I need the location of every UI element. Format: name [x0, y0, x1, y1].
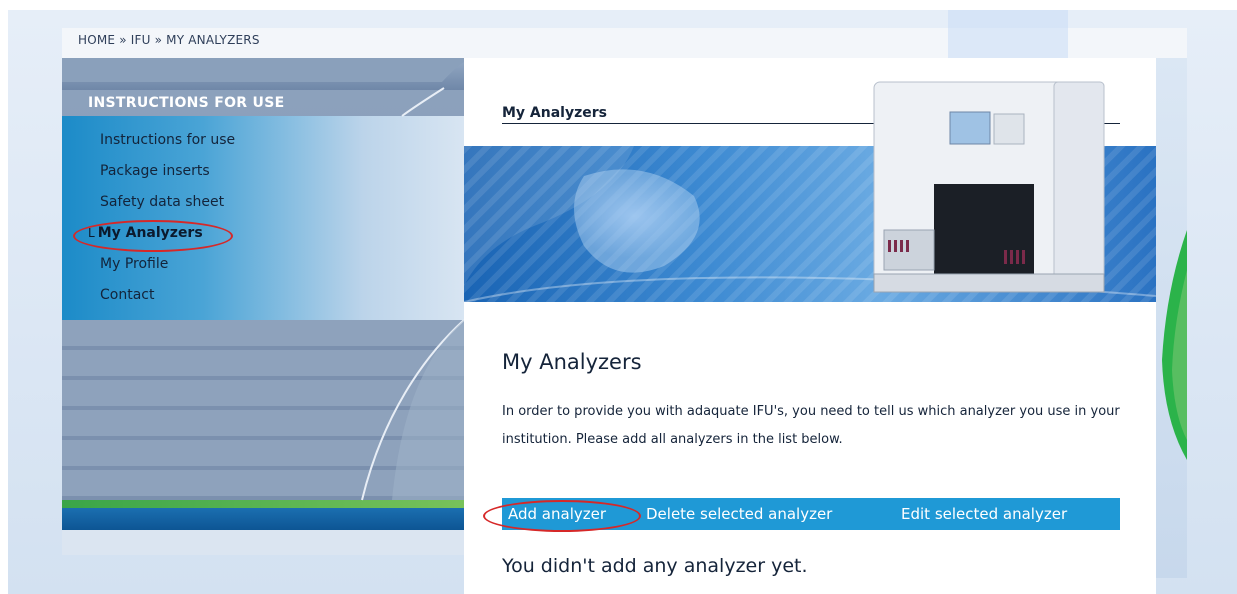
page-title: My Analyzers [502, 350, 642, 374]
sidebar-item-label: Contact [100, 287, 155, 303]
sidebar-item-label: My Profile [100, 256, 169, 272]
banner: My Analyzers [464, 58, 1156, 304]
sidebar-item-label: Instructions for use [100, 132, 236, 148]
sidebar-item-label: Safety data sheet [100, 194, 225, 210]
edit-analyzer-button[interactable]: Edit selected analyzer [901, 505, 1067, 523]
sidebar-title: INSTRUCTIONS FOR USE [88, 95, 285, 111]
page-description: In order to provide you with adaquate IF… [502, 404, 1120, 447]
right-green-swoosh [1162, 230, 1187, 460]
breadcrumb: HOME » IFU » MY ANALYZERS [78, 33, 260, 47]
sidebar-item-label: Package inserts [100, 163, 210, 179]
sidebar: INSTRUCTIONS FOR USE Instructions for us… [62, 58, 464, 555]
sidebar-item-contact[interactable]: Contact [100, 287, 235, 318]
sidebar-item-instructions-for-use[interactable]: Instructions for use [100, 132, 235, 163]
main-content: My Analyzers My Analyzers In order to pr… [464, 58, 1156, 594]
banner-title: My Analyzers [502, 105, 607, 121]
delete-analyzer-button[interactable]: Delete selected analyzer [646, 505, 832, 523]
highlight-oval-my-analyzers [73, 220, 233, 252]
empty-state-message: You didn't add any analyzer yet. [502, 555, 808, 577]
sidebar-item-package-inserts[interactable]: Package inserts [100, 163, 235, 194]
highlight-oval-add-analyzer [483, 500, 641, 532]
sidebar-item-my-profile[interactable]: My Profile [100, 256, 235, 287]
analyzer-device-image [873, 81, 1105, 293]
